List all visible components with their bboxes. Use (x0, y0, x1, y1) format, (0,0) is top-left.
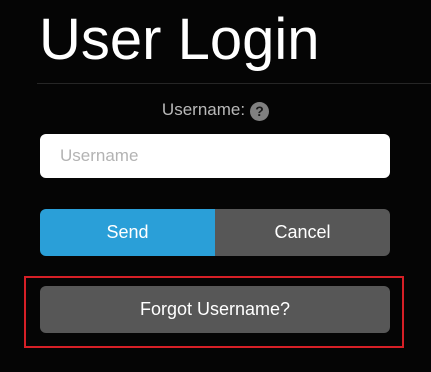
login-page: User Login Username: ? Send Cancel Forgo… (0, 0, 431, 372)
title-divider (37, 83, 431, 84)
action-button-group: Send Cancel (40, 209, 390, 256)
page-title: User Login (39, 7, 320, 72)
forgot-username-button[interactable]: Forgot Username? (40, 286, 390, 333)
username-input[interactable] (40, 134, 390, 178)
username-label-row: Username: ? (0, 97, 431, 123)
send-button[interactable]: Send (40, 209, 215, 256)
username-label: Username: (161, 100, 246, 119)
cancel-button[interactable]: Cancel (215, 209, 390, 256)
help-question-icon[interactable]: ? (250, 101, 270, 121)
